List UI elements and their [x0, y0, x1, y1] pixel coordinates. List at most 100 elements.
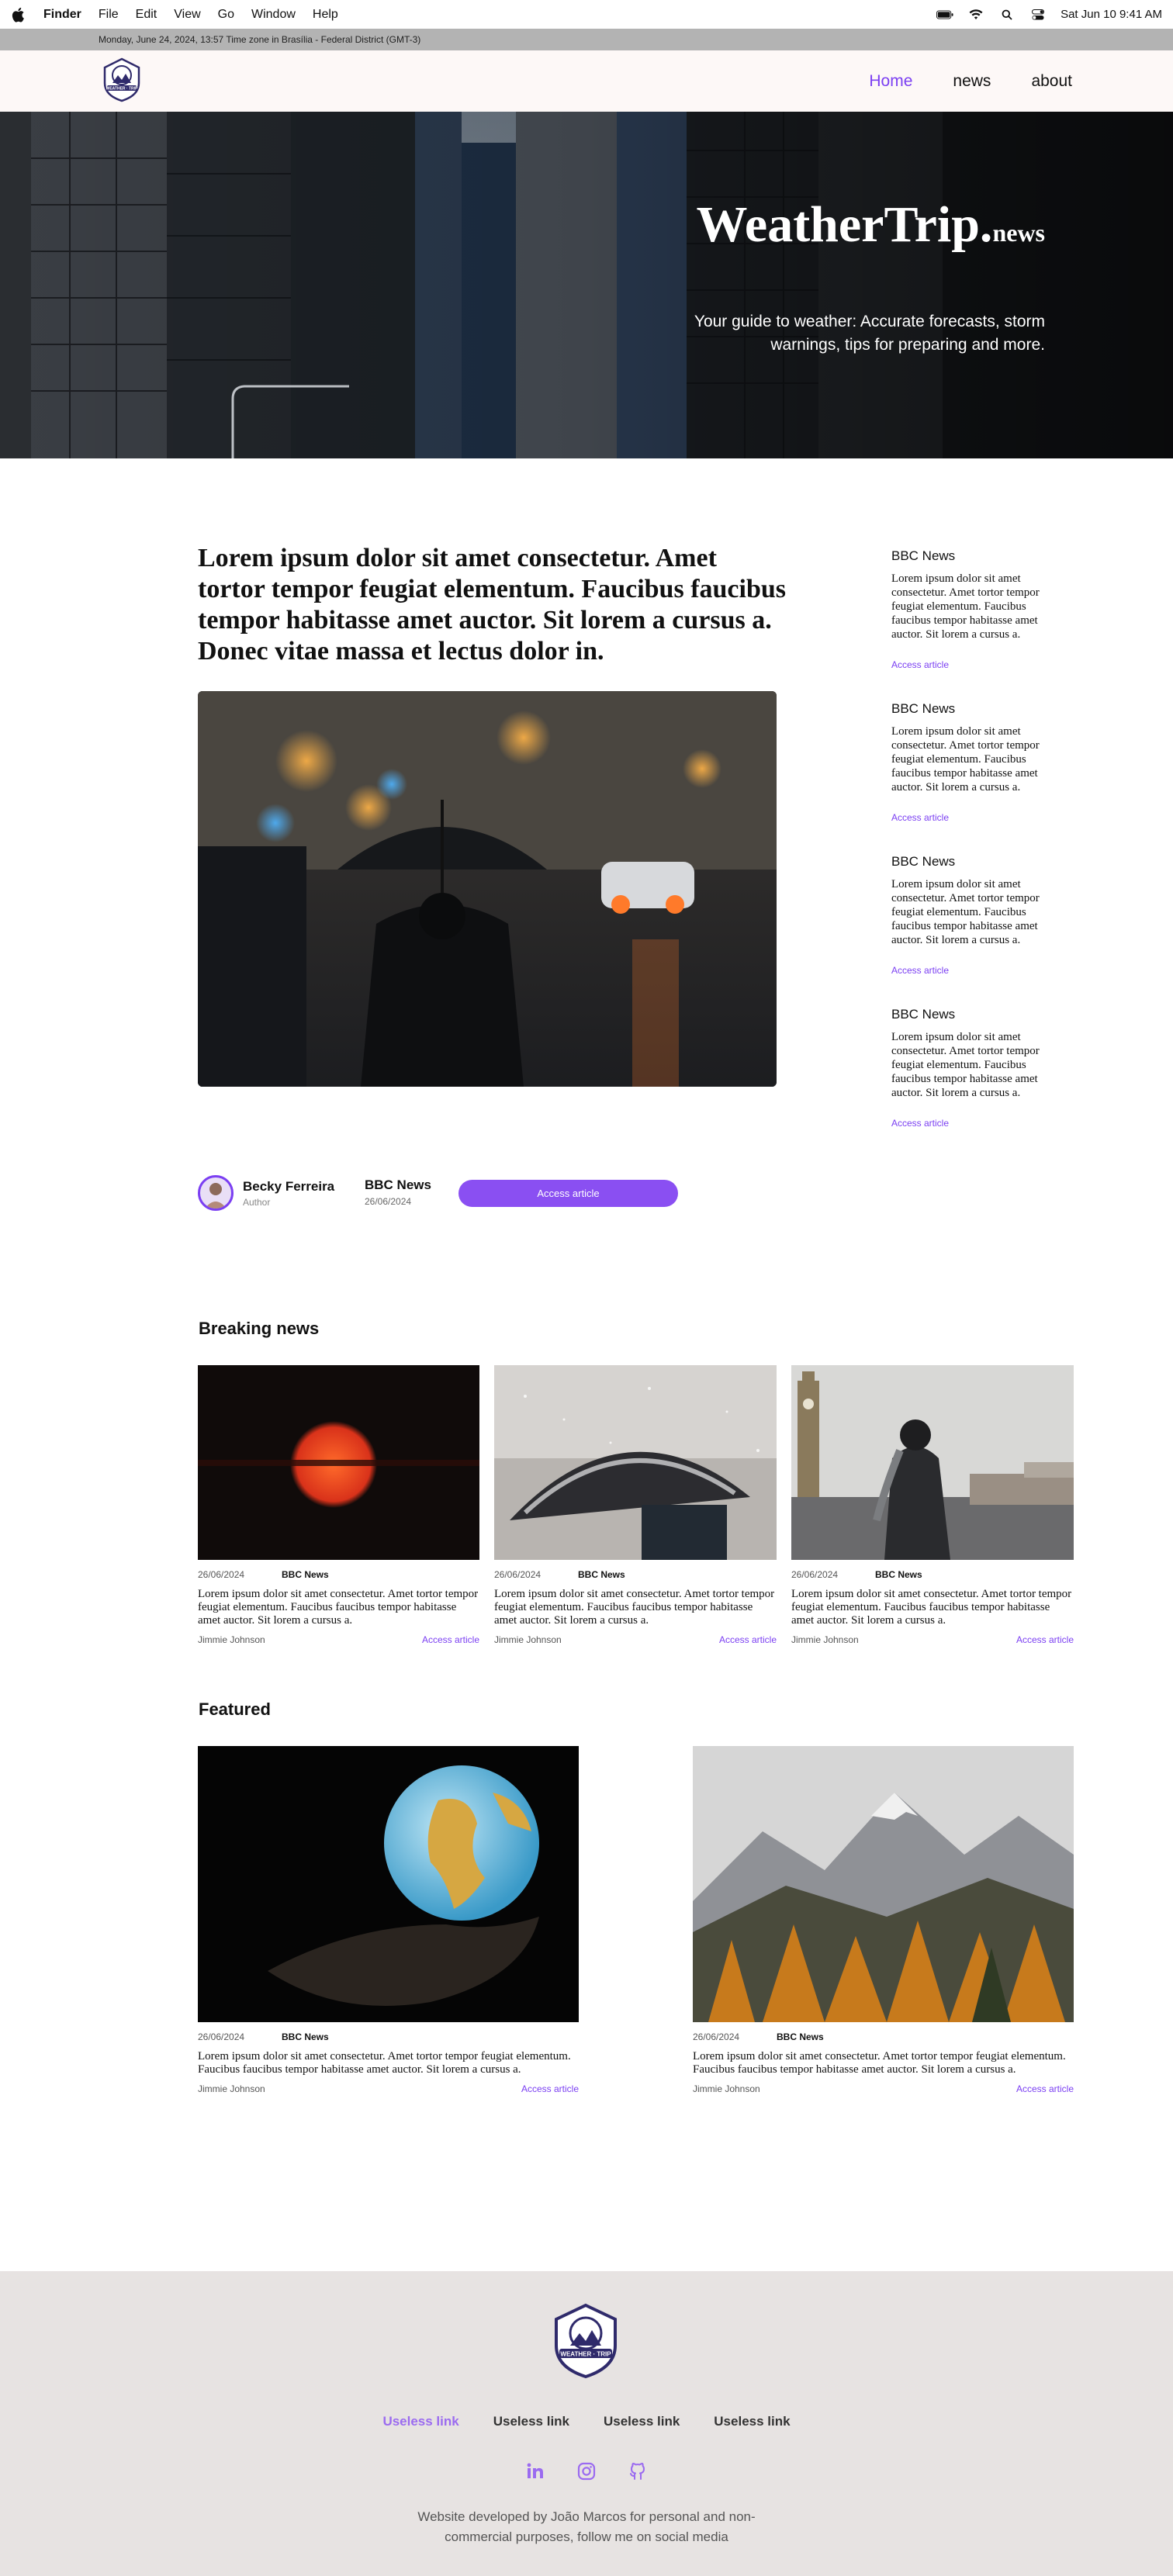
macos-menubar: Finder File Edit View Go Window Help Sat…: [0, 0, 1173, 29]
card-access-link[interactable]: Access article: [521, 2083, 579, 2094]
wifi-icon[interactable]: [967, 9, 984, 20]
card-access-link[interactable]: Access article: [1016, 1634, 1074, 1645]
footer-link[interactable]: Useless link: [382, 2414, 458, 2429]
snowy-umbrella-photo: [494, 1365, 777, 1560]
featured-title: Featured: [199, 1699, 271, 1719]
card-date: 26/06/2024: [791, 1569, 839, 1580]
card-source: BBC News: [875, 1569, 922, 1580]
main-headline[interactable]: Lorem ipsum dolor sit amet consectetur. …: [198, 543, 787, 667]
author-name: Becky Ferreira: [243, 1178, 335, 1194]
card-author: Jimmie Johnson: [791, 1634, 859, 1645]
spotlight-search-icon[interactable]: [998, 9, 1016, 20]
menu-edit[interactable]: Edit: [136, 8, 157, 22]
card-source: BBC News: [282, 2031, 329, 2042]
sidebar-source: BBC News: [891, 1007, 956, 1022]
timezone-text: Monday, June 24, 2024, 13:57 Time zone i…: [99, 34, 421, 45]
card-text: Lorem ipsum dolor sit amet consectetur. …: [198, 1588, 479, 1627]
sidebar-access-link[interactable]: Access article: [891, 965, 1054, 976]
sidebar-access-link[interactable]: Access article: [891, 1118, 1054, 1129]
sidebar-text: Lorem ipsum dolor sit amet consectetur. …: [891, 878, 1040, 946]
apple-logo-icon[interactable]: [11, 6, 26, 23]
menu-file[interactable]: File: [99, 8, 119, 22]
author-block[interactable]: Becky Ferreira Author: [198, 1174, 334, 1212]
sidebar-source: BBC News: [891, 701, 956, 716]
menubar-clock[interactable]: Sat Jun 10 9:41 AM: [1061, 8, 1162, 21]
card-text: Lorem ipsum dolor sit amet consectetur. …: [494, 1588, 775, 1627]
author-role: Author: [243, 1196, 271, 1208]
globe-in-hands-photo: [198, 1746, 579, 2022]
sidebar-text: Lorem ipsum dolor sit amet consectetur. …: [891, 725, 1040, 794]
weathertrip-logo-icon[interactable]: WEATHER · TRIP: [99, 57, 145, 103]
card-access-link[interactable]: Access article: [422, 1634, 479, 1645]
breaking-news-title: Breaking news: [199, 1319, 320, 1338]
github-icon[interactable]: [628, 2461, 648, 2481]
footer-link[interactable]: Useless link: [493, 2414, 569, 2429]
menu-view[interactable]: View: [174, 8, 200, 22]
card-image[interactable]: [198, 1746, 579, 2022]
footer-credit: Website developed by João Marcos for per…: [417, 2509, 756, 2544]
card-text: Lorem ipsum dolor sit amet consectetur. …: [693, 2050, 1066, 2076]
card-author: Jimmie Johnson: [494, 1634, 562, 1645]
sidebar-item: BBC News Lorem ipsum dolor sit amet cons…: [891, 548, 1054, 670]
card-image[interactable]: [198, 1365, 479, 1560]
nav-home[interactable]: Home: [869, 72, 912, 91]
card-author: Jimmie Johnson: [693, 2083, 760, 2094]
footer-logo-icon[interactable]: WEATHER · TRIP: [548, 2302, 623, 2380]
card-image[interactable]: [791, 1365, 1074, 1560]
menu-finder[interactable]: Finder: [43, 8, 81, 22]
umbrella-rain-street-photo: [198, 691, 777, 1087]
nav-about[interactable]: about: [1031, 72, 1072, 91]
footer-link[interactable]: Useless link: [604, 2414, 680, 2429]
card-source: BBC News: [777, 2031, 824, 2042]
sidebar-access-link[interactable]: Access article: [891, 659, 1054, 670]
sidebar-source: BBC News: [891, 854, 956, 869]
sidebar-access-link[interactable]: Access article: [891, 812, 1054, 823]
hero-title-main: WeatherTrip.: [696, 196, 993, 253]
hero-title-suffix: news: [992, 219, 1045, 247]
instagram-icon[interactable]: [576, 2461, 597, 2481]
footer-link[interactable]: Useless link: [714, 2414, 790, 2429]
linkedin-icon[interactable]: [525, 2461, 545, 2481]
card-author: Jimmie Johnson: [198, 2083, 265, 2094]
logo-lettering: WEATHER · TRIP: [106, 87, 138, 92]
card-access-link[interactable]: Access article: [1016, 2083, 1074, 2094]
main-nav: Home news about: [869, 50, 1072, 112]
nav-news[interactable]: news: [953, 72, 991, 91]
card-date: 26/06/2024: [693, 2031, 740, 2042]
author-avatar[interactable]: [198, 1175, 234, 1211]
sidebar-source: BBC News: [891, 548, 956, 563]
menu-window[interactable]: Window: [251, 8, 296, 22]
sidebar-item: BBC News Lorem ipsum dolor sit amet cons…: [891, 1007, 1054, 1129]
autumn-mountain-photo: [693, 1746, 1074, 2022]
control-center-icon[interactable]: [1029, 9, 1047, 20]
hero-banner: WeatherTrip.news Your guide to weather: …: [0, 112, 1173, 458]
main-article-image[interactable]: [198, 691, 777, 1087]
card-date: 26/06/2024: [198, 2031, 245, 2042]
red-sun-photo: [198, 1365, 479, 1560]
featured-card[interactable]: 26/06/2024 BBC News Lorem ipsum dolor sit…: [693, 1746, 1074, 2094]
card-access-link[interactable]: Access article: [719, 1634, 777, 1645]
featured-card[interactable]: 26/06/2024 BBC News Lorem ipsum dolor sit…: [198, 1746, 579, 2094]
access-article-button[interactable]: Access article: [458, 1180, 678, 1207]
card-image[interactable]: [494, 1365, 777, 1560]
author-text: Becky Ferreira Author: [243, 1179, 334, 1208]
card-date: 26/06/2024: [494, 1569, 542, 1580]
site-header: WEATHER · TRIP Home news about: [0, 50, 1173, 112]
breaking-card[interactable]: 26/06/2024 BBC News Lorem ipsum dolor sit…: [791, 1365, 1074, 1645]
site-footer: WEATHER · TRIP Useless link Useless link…: [0, 2271, 1173, 2576]
battery-icon[interactable]: [936, 9, 953, 20]
article-source-block: BBC News 26/06/2024: [365, 1177, 431, 1207]
sidebar-item: BBC News Lorem ipsum dolor sit amet cons…: [891, 854, 1054, 976]
card-text: Lorem ipsum dolor sit amet consectetur. …: [198, 2050, 571, 2076]
footer-links: Useless link Useless link Useless link U…: [0, 2414, 1173, 2429]
card-image[interactable]: [693, 1746, 1074, 2022]
footer-logo-lettering: WEATHER · TRIP: [560, 2351, 611, 2358]
card-source: BBC News: [282, 1569, 329, 1580]
card-source: BBC News: [578, 1569, 625, 1580]
sidebar-text: Lorem ipsum dolor sit amet consectetur. …: [891, 572, 1040, 641]
breaking-card[interactable]: 26/06/2024 BBC News Lorem ipsum dolor sit…: [198, 1365, 479, 1645]
menu-go[interactable]: Go: [218, 8, 234, 22]
social-links: [0, 2461, 1173, 2481]
menu-help[interactable]: Help: [313, 8, 338, 22]
breaking-card[interactable]: 26/06/2024 BBC News Lorem ipsum dolor sit…: [494, 1365, 777, 1645]
